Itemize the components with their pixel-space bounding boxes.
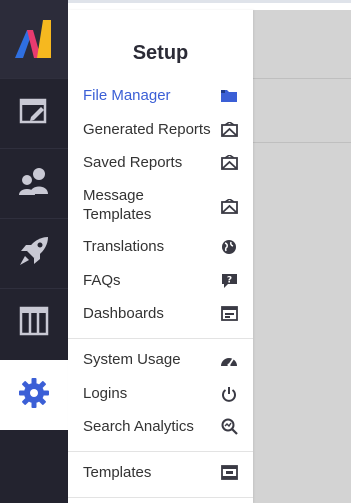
app-logo[interactable] [0,0,68,78]
menu-item-label: File Manager [83,87,171,104]
setup-panel: Setup File Manager Generated Reports Sav… [68,10,253,503]
overlay-divider [253,78,351,79]
menu-item-file-manager[interactable]: File Manager [83,86,253,105]
menu-item-saved-reports[interactable]: Saved Reports [83,153,253,172]
menu-item-label: FAQs [83,272,121,289]
envelope-report-icon [220,121,238,139]
overlay-divider [253,142,351,143]
envelope-report-icon [220,197,238,215]
menu-item-label: Generated Reports [83,121,211,138]
menu-item-search-analytics[interactable]: Search Analytics [83,417,253,436]
page-overlay [253,10,351,503]
menu-item-label: Templates [83,464,152,481]
sidebar-item-rocket[interactable] [0,218,68,288]
menu-item-label: System Usage [83,351,181,368]
menu-item-label: Translations [83,238,165,255]
menu-item-label: Logins [83,385,128,402]
svg-text:?: ? [226,275,231,285]
menu-item-templates[interactable]: Templates [83,463,253,482]
menu-item-logins[interactable]: Logins [83,384,253,403]
menu-item-label: Dashboards [83,305,164,322]
users-icon [17,166,51,201]
menu-item-message-templates[interactable]: Message Templates [83,186,253,224]
menu-item-label: Search Analytics [83,418,194,435]
gauge-icon [220,351,238,369]
dashboard-icon [220,305,238,323]
power-icon [220,385,238,403]
menu-item-system-usage[interactable]: System Usage [83,350,253,369]
search-analytics-icon [220,418,238,436]
sidebar-item-editor[interactable] [0,78,68,148]
globe-icon [220,238,238,256]
sidebar-item-columns[interactable] [0,288,68,358]
folder-icon [220,87,238,105]
rocket-icon [17,234,51,273]
menu-item-faqs[interactable]: FAQs ? [83,271,253,290]
sidebar [0,0,68,503]
editor-window-icon [19,97,49,130]
menu-item-label: Message Templates [83,187,152,223]
menu-item-dashboards[interactable]: Dashboards [83,304,253,323]
menu-item-generated-reports[interactable]: Generated Reports [83,120,253,139]
film-template-icon [220,464,238,482]
menu-divider [68,338,253,339]
menu-item-label: Saved Reports [83,154,183,171]
menu-divider [68,451,253,452]
columns-icon [18,305,50,342]
gear-icon [18,377,50,414]
panel-title: Setup [132,42,189,64]
menu-divider [68,497,253,498]
question-bubble-icon: ? [220,272,238,290]
menu-item-translations[interactable]: Translations [83,237,253,256]
sidebar-item-users[interactable] [0,148,68,218]
sidebar-item-settings[interactable] [0,360,68,430]
envelope-report-icon [220,154,238,172]
